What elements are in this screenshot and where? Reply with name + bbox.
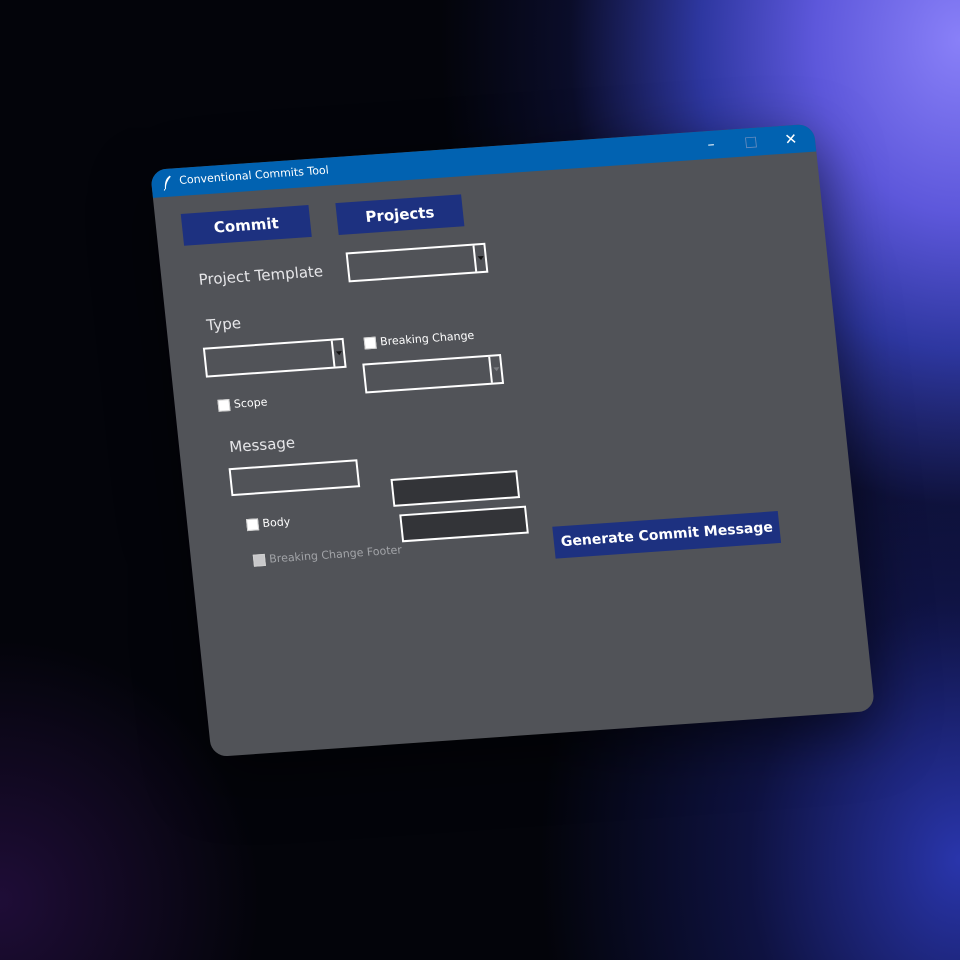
maximize-button[interactable]: □ bbox=[731, 127, 772, 158]
scope-label: Scope bbox=[233, 395, 269, 411]
tab-commit[interactable]: Commit bbox=[180, 205, 312, 246]
breaking-change-footer-label: Breaking Change Footer bbox=[268, 543, 403, 566]
app-window: Conventional Commits Tool – □ ✕ Commit P… bbox=[150, 123, 876, 758]
title-bar[interactable]: Conventional Commits Tool – □ ✕ bbox=[150, 123, 817, 198]
chevron-down-icon bbox=[330, 340, 345, 367]
breaking-change-footer-checkbox[interactable]: Breaking Change Footer bbox=[252, 543, 403, 567]
checkbox-box[interactable] bbox=[252, 553, 266, 567]
type-label: Type bbox=[205, 314, 242, 335]
breaking-change-footer-input[interactable] bbox=[399, 505, 529, 543]
feather-icon bbox=[161, 174, 175, 191]
message-input[interactable] bbox=[228, 459, 361, 497]
breaking-change-label: Breaking Change bbox=[379, 328, 475, 349]
minimize-button[interactable]: – bbox=[691, 130, 732, 161]
tab-projects[interactable]: Projects bbox=[335, 194, 465, 235]
body-label: Body bbox=[261, 515, 291, 530]
checkbox-box[interactable] bbox=[245, 517, 260, 531]
body-input[interactable] bbox=[390, 470, 521, 507]
chevron-down-icon bbox=[488, 356, 502, 383]
body-checkbox[interactable]: Body bbox=[245, 515, 291, 531]
close-button[interactable]: ✕ bbox=[770, 124, 811, 155]
type-dropdown[interactable] bbox=[202, 337, 347, 378]
generate-commit-message-button[interactable]: Generate Commit Message bbox=[552, 511, 782, 559]
project-template-dropdown[interactable] bbox=[345, 242, 489, 283]
window-title: Conventional Commits Tool bbox=[178, 163, 330, 187]
breaking-change-checkbox[interactable]: Breaking Change bbox=[363, 328, 475, 350]
checkbox-box[interactable] bbox=[217, 398, 231, 412]
message-label: Message bbox=[228, 433, 296, 457]
chevron-down-icon bbox=[472, 244, 487, 272]
breaking-change-dropdown[interactable] bbox=[362, 353, 505, 394]
scope-checkbox[interactable]: Scope bbox=[217, 395, 269, 412]
project-template-label: Project Template bbox=[197, 262, 324, 289]
checkbox-box[interactable] bbox=[363, 336, 377, 349]
